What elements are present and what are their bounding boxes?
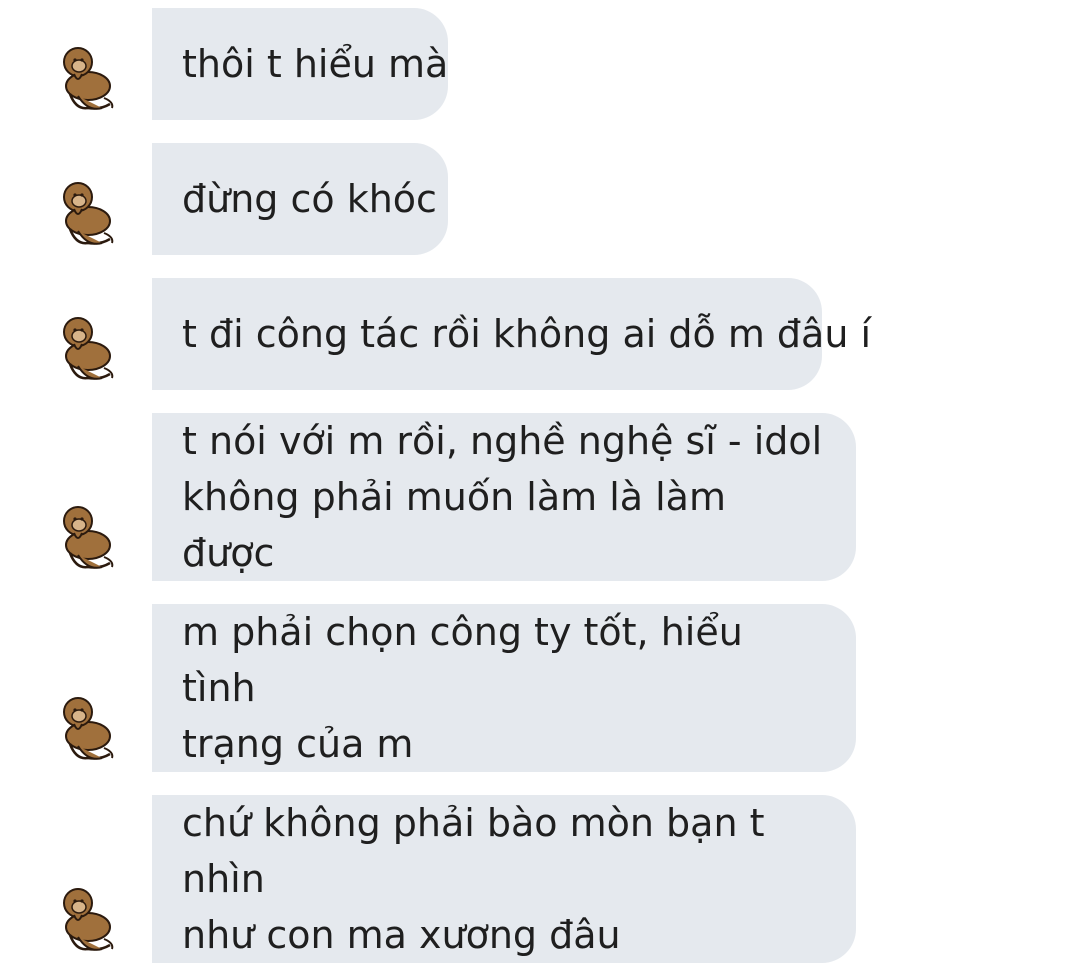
message-text: thôi t hiểu mà: [182, 42, 449, 86]
message-row: đừng có khóc: [0, 143, 1080, 255]
chat-bubble: m phải chọn công ty tốt, hiểu tình trạng…: [152, 604, 856, 772]
message-text: m phải chọn công ty tốt, hiểu tình trạng…: [182, 610, 743, 766]
message-row: t nói với m rồi, nghề nghệ sĩ - idol khô…: [0, 413, 1080, 581]
message-row: t đi công tác rồi không ai dỗ m đâu í: [0, 278, 1080, 390]
monkey-sticker-icon[interactable]: [48, 686, 120, 766]
message-row: thôi t hiểu mà: [0, 8, 1080, 120]
chat-bubble: đừng có khóc: [152, 143, 448, 255]
monkey-sticker-icon[interactable]: [48, 36, 120, 116]
chat-bubble: t nói với m rồi, nghề nghệ sĩ - idol khô…: [152, 413, 856, 581]
message-row: m phải chọn công ty tốt, hiểu tình trạng…: [0, 604, 1080, 772]
message-text: t đi công tác rồi không ai dỗ m đâu í: [182, 312, 872, 356]
message-text: chứ không phải bào mòn bạn t nhìn như co…: [182, 801, 765, 957]
chat-bubble: thôi t hiểu mà: [152, 8, 448, 120]
chat-bubble: t đi công tác rồi không ai dỗ m đâu í: [152, 278, 871, 390]
chat-bubble: chứ không phải bào mòn bạn t nhìn như co…: [152, 795, 856, 963]
message-row: chứ không phải bào mòn bạn t nhìn như co…: [0, 795, 1080, 963]
monkey-sticker-icon[interactable]: [48, 495, 120, 575]
message-text: t nói với m rồi, nghề nghệ sĩ - idol khô…: [182, 419, 823, 575]
message-text: đừng có khóc: [182, 177, 437, 221]
monkey-sticker-icon[interactable]: [48, 171, 120, 251]
monkey-sticker-icon[interactable]: [48, 877, 120, 957]
monkey-sticker-icon[interactable]: [48, 306, 120, 386]
